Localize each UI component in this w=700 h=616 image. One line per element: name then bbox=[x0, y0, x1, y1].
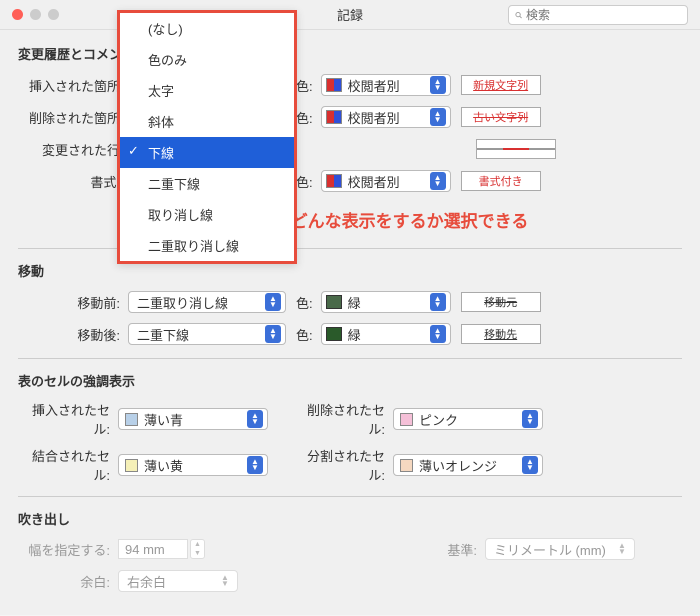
format-preview: 書式付き bbox=[461, 171, 541, 191]
margin-select[interactable]: 右余白 bbox=[118, 570, 238, 592]
format-color-select[interactable]: 校閲者別 bbox=[321, 170, 451, 192]
move-to-label: 移動後: bbox=[18, 325, 128, 344]
move-to-color-select[interactable]: 緑 bbox=[321, 323, 451, 345]
settings-window: 記録 変更履歴とコメント 挿入された箇所 色: 校閲者別 新規文字列 削除された… bbox=[0, 0, 700, 615]
search-input[interactable] bbox=[526, 8, 681, 22]
section-balloon-title: 吹き出し bbox=[18, 509, 682, 528]
deleted-color-label: 色: bbox=[296, 108, 313, 127]
changed-preview bbox=[476, 139, 556, 159]
width-stepper[interactable] bbox=[190, 539, 205, 559]
dd-item-dbl-strike[interactable]: 二重取り消し線 bbox=[120, 230, 294, 261]
margin-label: 余白: bbox=[18, 572, 118, 591]
move-to-preview: 移動先 bbox=[461, 324, 541, 344]
move-to-mark-select[interactable]: 二重下線 bbox=[128, 323, 286, 345]
format-color-label: 色: bbox=[296, 172, 313, 191]
dd-item-color[interactable]: 色のみ bbox=[120, 44, 294, 75]
dd-item-dbl-underline[interactable]: 二重下線 bbox=[120, 168, 294, 199]
row-balloon-1: 幅を指定する: 94 mm 基準: ミリメートル (mm) bbox=[18, 538, 682, 560]
section-cells-title: 表のセルの強調表示 bbox=[18, 371, 682, 390]
row-cells-2: 結合されたセル: 薄い黄 分割されたセル: 薄いオレンジ bbox=[18, 446, 682, 484]
move-from-label: 移動前: bbox=[18, 293, 128, 312]
titlebar: 記録 bbox=[0, 0, 700, 30]
inserted-cell-select[interactable]: 薄い青 bbox=[118, 408, 268, 430]
deleted-cell-label: 削除されたセル: bbox=[298, 400, 393, 438]
row-move-to: 移動後: 二重下線 色: 緑 移動先 bbox=[18, 322, 682, 346]
mark-dropdown-menu[interactable]: (なし) 色のみ 太字 斜体 下線 二重下線 取り消し線 二重取り消し線 bbox=[117, 10, 297, 264]
content-area: 変更履歴とコメント 挿入された箇所 色: 校閲者別 新規文字列 削除された箇所 … bbox=[0, 30, 700, 616]
move-from-mark-select[interactable]: 二重取り消し線 bbox=[128, 291, 286, 313]
deleted-cell-select[interactable]: ピンク bbox=[393, 408, 543, 430]
inserted-color-select[interactable]: 校閲者別 bbox=[321, 74, 451, 96]
deleted-preview: 古い文字列 bbox=[461, 107, 541, 127]
inserted-color-label: 色: bbox=[296, 76, 313, 95]
format-label: 書式: bbox=[18, 172, 128, 191]
split-cell-select[interactable]: 薄いオレンジ bbox=[393, 454, 543, 476]
merged-cell-select[interactable]: 薄い黄 bbox=[118, 454, 268, 476]
move-to-color-label: 色: bbox=[296, 325, 313, 344]
move-from-color-label: 色: bbox=[296, 293, 313, 312]
search-icon bbox=[515, 9, 522, 21]
inserted-cell-label: 挿入されたセル: bbox=[18, 400, 118, 438]
merged-cell-label: 結合されたセル: bbox=[18, 446, 118, 484]
deleted-color-select[interactable]: 校閲者別 bbox=[321, 106, 451, 128]
move-from-preview: 移動元 bbox=[461, 292, 541, 312]
width-label: 幅を指定する: bbox=[18, 540, 118, 559]
row-cells-1: 挿入されたセル: 薄い青 削除されたセル: ピンク bbox=[18, 400, 682, 438]
move-from-color-select[interactable]: 緑 bbox=[321, 291, 451, 313]
width-input[interactable]: 94 mm bbox=[118, 539, 188, 559]
dd-item-none[interactable]: (なし) bbox=[120, 13, 294, 44]
separator-2 bbox=[18, 358, 682, 359]
unit-select[interactable]: ミリメートル (mm) bbox=[485, 538, 635, 560]
separator-3 bbox=[18, 496, 682, 497]
dd-item-bold[interactable]: 太字 bbox=[120, 75, 294, 106]
dd-item-strike[interactable]: 取り消し線 bbox=[120, 199, 294, 230]
search-field[interactable] bbox=[508, 5, 688, 25]
dd-item-underline[interactable]: 下線 bbox=[120, 137, 294, 168]
unit-label: 基準: bbox=[435, 540, 485, 559]
inserted-preview: 新規文字列 bbox=[461, 75, 541, 95]
row-move-from: 移動前: 二重取り消し線 色: 緑 移動元 bbox=[18, 290, 682, 314]
deleted-label: 削除された箇所 bbox=[18, 108, 128, 127]
dd-item-italic[interactable]: 斜体 bbox=[120, 106, 294, 137]
row-balloon-2: 余白: 右余白 bbox=[18, 570, 682, 592]
split-cell-label: 分割されたセル: bbox=[298, 446, 393, 484]
changed-label: 変更された行 bbox=[18, 140, 128, 159]
inserted-label: 挿入された箇所 bbox=[18, 76, 128, 95]
